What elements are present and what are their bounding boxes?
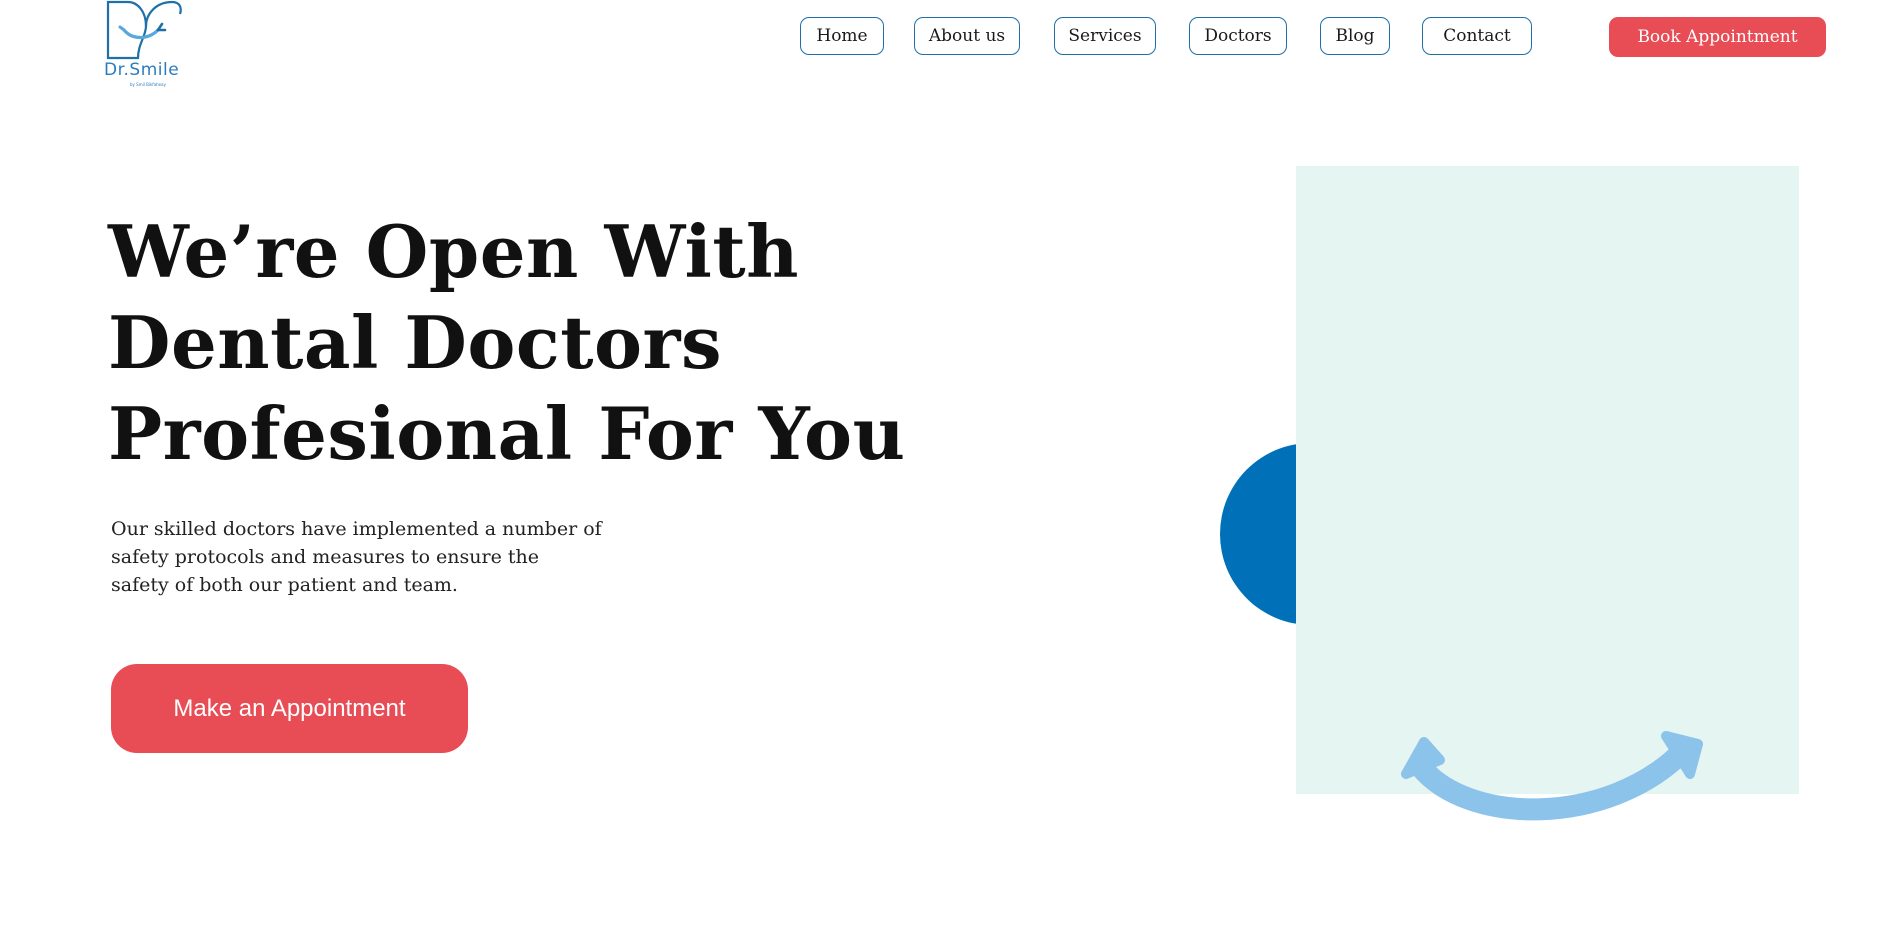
- site-logo[interactable]: Dr.Smile by Smil Bikfaheay: [102, 0, 186, 90]
- smile-arc-icon: [1401, 731, 1703, 821]
- nav-item-home[interactable]: Home: [800, 17, 884, 55]
- hero-description-line: safety protocols and measures to ensure …: [111, 546, 539, 568]
- hero-title-line: Dental Doctors: [108, 300, 722, 385]
- hero-image-panel: [1296, 166, 1799, 794]
- hero-title-line: We’re Open With: [108, 209, 800, 294]
- logo-name: Dr.Smile: [104, 60, 180, 80]
- tooth-smile-logo-icon: [106, 0, 182, 60]
- book-appointment-button[interactable]: Book Appointment: [1609, 17, 1826, 57]
- hero-description: Our skilled doctors have implemented a n…: [111, 515, 631, 599]
- hero-title: We’re Open With Dental Doctors Profesion…: [108, 206, 968, 479]
- make-appointment-button[interactable]: Make an Appointment: [111, 664, 468, 753]
- logo-tagline: by Smil Bikfaheay: [130, 82, 166, 87]
- hero-description-line: safety of both our patient and team.: [111, 574, 458, 596]
- hero-description-line: Our skilled doctors have implemented a n…: [111, 518, 602, 540]
- nav-item-blog[interactable]: Blog: [1320, 17, 1390, 55]
- nav-item-doctors[interactable]: Doctors: [1189, 17, 1287, 55]
- nav-item-about-us[interactable]: About us: [914, 17, 1020, 55]
- nav-item-contact[interactable]: Contact: [1422, 17, 1532, 55]
- nav-item-services[interactable]: Services: [1054, 17, 1156, 55]
- hero-title-line: Profesional For You: [108, 391, 906, 476]
